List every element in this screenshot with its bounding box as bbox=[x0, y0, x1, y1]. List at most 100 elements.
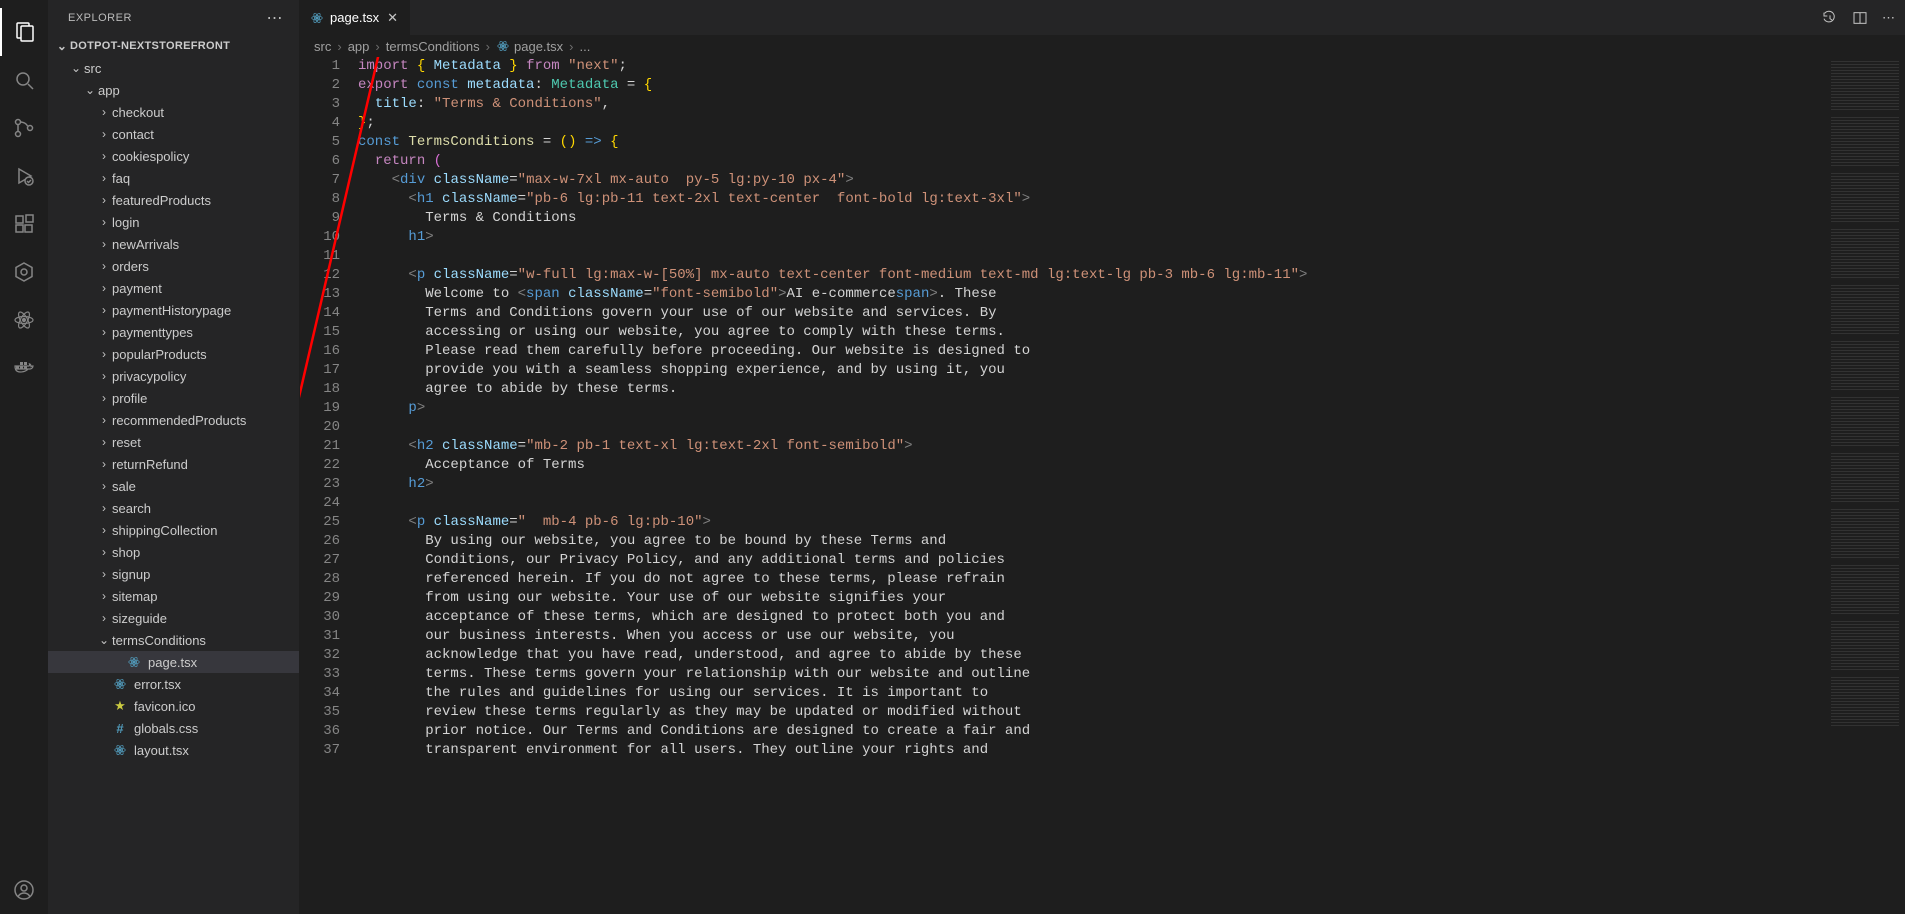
folder-item[interactable]: ›shippingCollection bbox=[48, 519, 299, 541]
project-root[interactable]: ⌄ DOTPOT-NEXTSTOREFRONT bbox=[48, 35, 299, 57]
tree-label: search bbox=[112, 501, 151, 516]
folder-item[interactable]: ›checkout bbox=[48, 101, 299, 123]
chevron-right-icon: › bbox=[96, 501, 112, 515]
folder-item[interactable]: ›recommendedProducts bbox=[48, 409, 299, 431]
chevron-right-icon: › bbox=[96, 149, 112, 163]
crumb[interactable]: src bbox=[314, 39, 331, 54]
extensions-icon[interactable] bbox=[0, 200, 48, 248]
folder-item[interactable]: ›sizeguide bbox=[48, 607, 299, 629]
react-icon bbox=[496, 39, 510, 53]
chevron-right-icon: › bbox=[96, 303, 112, 317]
explorer-icon[interactable] bbox=[0, 8, 48, 56]
crumb[interactable]: page.tsx bbox=[514, 39, 563, 54]
chevron-right-icon: › bbox=[96, 567, 112, 581]
source-control-icon[interactable] bbox=[0, 104, 48, 152]
tabs-row: page.tsx ✕ ⋯ bbox=[300, 0, 1905, 35]
tree-label: contact bbox=[112, 127, 154, 142]
crumb[interactable]: app bbox=[348, 39, 370, 54]
folder-item[interactable]: ›payment bbox=[48, 277, 299, 299]
tree-label: src bbox=[84, 61, 101, 76]
project-name: DOTPOT-NEXTSTOREFRONT bbox=[70, 40, 230, 52]
tree-label: shop bbox=[112, 545, 140, 560]
explorer-title: EXPLORER bbox=[68, 12, 132, 24]
folder-item[interactable]: ›reset bbox=[48, 431, 299, 453]
code-content[interactable]: import { Metadata } from "next"; export … bbox=[358, 57, 1825, 914]
tree-label: paymenttypes bbox=[112, 325, 193, 340]
search-icon[interactable] bbox=[0, 56, 48, 104]
more-icon[interactable]: ⋯ bbox=[1882, 10, 1895, 26]
minimap[interactable] bbox=[1825, 57, 1905, 914]
timeline-icon[interactable] bbox=[1822, 10, 1838, 26]
folder-item[interactable]: ›shop bbox=[48, 541, 299, 563]
folder-item[interactable]: ›newArrivals bbox=[48, 233, 299, 255]
folder-item[interactable]: ›sale bbox=[48, 475, 299, 497]
chevron-down-icon: ⌄ bbox=[96, 633, 112, 647]
folder-item[interactable]: ›search bbox=[48, 497, 299, 519]
chevron-right-icon: › bbox=[96, 171, 112, 185]
file-item[interactable]: error.tsx bbox=[48, 673, 299, 695]
folder-item[interactable]: ›contact bbox=[48, 123, 299, 145]
folder-item[interactable]: ›returnRefund bbox=[48, 453, 299, 475]
sidebar: EXPLORER ⋯ ⌄ DOTPOT-NEXTSTOREFRONT ⌄src⌄… bbox=[48, 0, 300, 914]
folder-item[interactable]: ›popularProducts bbox=[48, 343, 299, 365]
remote-icon[interactable] bbox=[0, 248, 48, 296]
tree-label: reset bbox=[112, 435, 141, 450]
chevron-right-icon: › bbox=[96, 391, 112, 405]
folder-item[interactable]: ›cookiespolicy bbox=[48, 145, 299, 167]
folder-item[interactable]: ⌄src bbox=[48, 57, 299, 79]
file-item[interactable]: ★favicon.ico bbox=[48, 695, 299, 717]
atom-icon[interactable] bbox=[0, 296, 48, 344]
split-editor-icon[interactable] bbox=[1852, 10, 1868, 26]
explorer-more-icon[interactable]: ⋯ bbox=[267, 8, 284, 28]
folder-item[interactable]: ›paymenttypes bbox=[48, 321, 299, 343]
folder-item[interactable]: ›signup bbox=[48, 563, 299, 585]
chevron-right-icon: › bbox=[96, 127, 112, 141]
file-tree: ⌄src⌄app›checkout›contact›cookiespolicy›… bbox=[48, 57, 299, 914]
chevron-right-icon: › bbox=[96, 105, 112, 119]
chevron-right-icon: › bbox=[96, 259, 112, 273]
chevron-right-icon: › bbox=[96, 325, 112, 339]
tree-label: signup bbox=[112, 567, 150, 582]
folder-item[interactable]: ›profile bbox=[48, 387, 299, 409]
folder-item[interactable]: ›faq bbox=[48, 167, 299, 189]
file-icon: ★ bbox=[112, 698, 128, 714]
folder-item[interactable]: ›privacypolicy bbox=[48, 365, 299, 387]
close-icon[interactable]: ✕ bbox=[385, 8, 400, 28]
accounts-icon[interactable] bbox=[0, 866, 48, 914]
folder-item[interactable]: ›orders bbox=[48, 255, 299, 277]
tree-label: sitemap bbox=[112, 589, 158, 604]
tree-label: profile bbox=[112, 391, 147, 406]
crumb[interactable]: termsConditions bbox=[386, 39, 480, 54]
file-icon bbox=[126, 654, 142, 670]
tree-label: sale bbox=[112, 479, 136, 494]
tree-label: returnRefund bbox=[112, 457, 188, 472]
chevron-right-icon: › bbox=[96, 523, 112, 537]
folder-item[interactable]: ›sitemap bbox=[48, 585, 299, 607]
chevron-right-icon: › bbox=[96, 435, 112, 449]
tree-label: error.tsx bbox=[134, 677, 181, 692]
tree-label: login bbox=[112, 215, 139, 230]
tab-page-tsx[interactable]: page.tsx ✕ bbox=[300, 0, 411, 35]
run-debug-icon[interactable] bbox=[0, 152, 48, 200]
code-editor[interactable]: 1234567891011121314151617181920212223242… bbox=[300, 57, 1905, 914]
folder-item[interactable]: ⌄app bbox=[48, 79, 299, 101]
chevron-right-icon: › bbox=[96, 413, 112, 427]
tree-label: newArrivals bbox=[112, 237, 179, 252]
breadcrumbs[interactable]: src› app› termsConditions› page.tsx› ... bbox=[300, 35, 1905, 57]
file-item[interactable]: page.tsx bbox=[48, 651, 299, 673]
tree-label: page.tsx bbox=[148, 655, 197, 670]
folder-item[interactable]: ⌄termsConditions bbox=[48, 629, 299, 651]
folder-item[interactable]: ›login bbox=[48, 211, 299, 233]
folder-item[interactable]: ›featuredProducts bbox=[48, 189, 299, 211]
chevron-right-icon: › bbox=[96, 611, 112, 625]
chevron-right-icon: › bbox=[96, 545, 112, 559]
tree-label: faq bbox=[112, 171, 130, 186]
file-item[interactable]: #globals.css bbox=[48, 717, 299, 739]
crumb[interactable]: ... bbox=[580, 39, 591, 54]
file-item[interactable]: layout.tsx bbox=[48, 739, 299, 761]
folder-item[interactable]: ›paymentHistorypage bbox=[48, 299, 299, 321]
chevron-right-icon: › bbox=[96, 347, 112, 361]
docker-icon[interactable] bbox=[0, 344, 48, 392]
chevron-right-icon: › bbox=[96, 479, 112, 493]
tree-label: shippingCollection bbox=[112, 523, 218, 538]
